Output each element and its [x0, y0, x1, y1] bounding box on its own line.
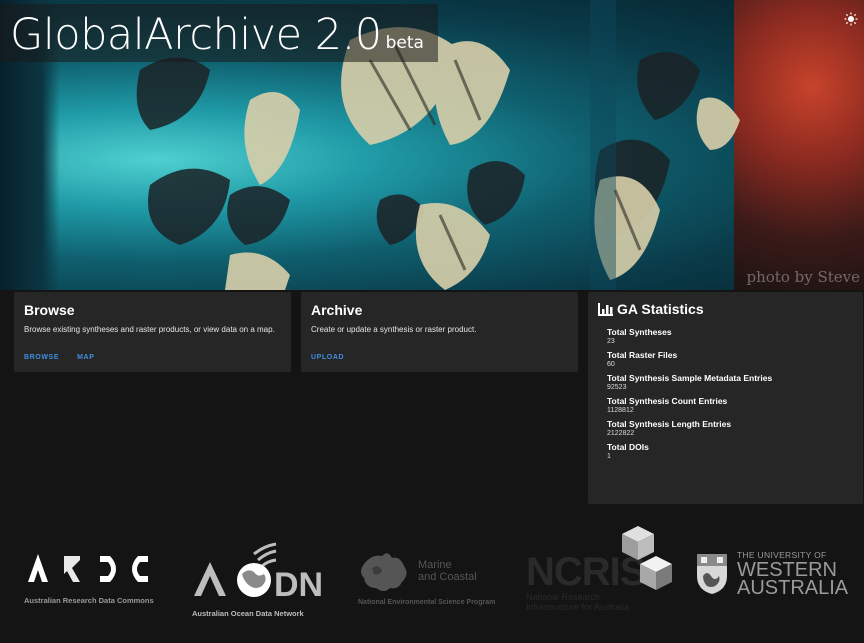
nesp-name: National Environmental Science Program: [358, 599, 496, 606]
stat-label: Total Synthesis Count Entries: [607, 396, 728, 406]
uwa-logo[interactable]: THE UNIVERSITY OF WESTERN AUSTRALIA: [695, 550, 855, 599]
beta-badge: beta: [385, 33, 424, 53]
australia-map-icon: [361, 553, 407, 591]
stat-label: Total Raster Files: [607, 350, 678, 360]
stat-item: Total DOIs 1: [607, 442, 853, 460]
aodn-name: Australian Ocean Data Network: [192, 609, 304, 618]
uwa-line3: AUSTRALIA: [737, 577, 849, 599]
stat-value: 60: [607, 361, 615, 368]
map-button[interactable]: MAP: [77, 354, 94, 361]
stat-item: Total Synthesis Length Entries 2122822: [607, 419, 853, 437]
app-title-box: GlobalArchive 2.0 beta: [0, 4, 438, 62]
ardc-logo[interactable]: Australian Research Data Commons: [24, 550, 184, 605]
stat-value: 23: [607, 338, 615, 345]
app-title: GlobalArchive 2.0: [10, 10, 382, 60]
cubes-logo-icon[interactable]: [618, 522, 680, 594]
stat-value: 92523: [607, 384, 627, 391]
stat-item: Total Raster Files 60: [607, 350, 853, 368]
browse-description: Browse existing syntheses and raster pro…: [24, 325, 275, 334]
stat-item: Total Synthesis Sample Metadata Entries …: [607, 373, 853, 391]
upload-button[interactable]: UPLOAD: [311, 354, 344, 361]
browse-title: Browse: [24, 302, 75, 318]
browse-card: Browse Browse existing syntheses and ras…: [14, 292, 291, 372]
sun-icon[interactable]: [844, 12, 858, 26]
ardc-name: Australian Research Data Commons: [24, 596, 154, 605]
stat-label: Total Synthesis Sample Metadata Entries: [607, 373, 773, 383]
uwa-crest-icon: [697, 553, 727, 594]
stat-item: Total Synthesis Count Entries 1128812: [607, 396, 853, 414]
nesp-logo[interactable]: Marine and Coastal National Environmenta…: [358, 550, 518, 606]
stat-value: 1128812: [607, 407, 634, 414]
nesp-line2: and Coastal: [418, 571, 477, 583]
stat-value: 2122822: [607, 430, 635, 437]
stats-list: Total Syntheses 23 Total Raster Files 60…: [598, 327, 853, 460]
stats-card: GA Statistics Total Syntheses 23 Total R…: [588, 292, 863, 504]
svg-text:DN: DN: [274, 566, 323, 602]
archive-description: Create or update a synthesis or raster p…: [311, 325, 477, 334]
aodn-logo[interactable]: DN Australian Ocean Data Network: [192, 538, 352, 618]
stat-item: Total Syntheses 23: [607, 327, 853, 345]
archive-title: Archive: [311, 302, 363, 318]
archive-card: Archive Create or update a synthesis or …: [301, 292, 578, 372]
stat-label: Total Synthesis Length Entries: [607, 419, 732, 429]
stat-label: Total DOIs: [607, 442, 649, 452]
ardc-logo-mark: [28, 554, 148, 582]
stat-value: 1: [607, 453, 611, 460]
partner-logos: Australian Research Data Commons DN Aust…: [0, 520, 864, 640]
hero-banner: GlobalArchive 2.0 beta photo by Steve: [0, 0, 864, 290]
stats-title: GA Statistics: [617, 301, 704, 317]
browse-button[interactable]: BROWSE: [24, 354, 59, 361]
aodn-logo-mark: DN: [194, 542, 323, 604]
bar-chart-icon: [598, 302, 613, 316]
ncris-line2: Infrastructure for Australia: [526, 602, 630, 612]
nesp-line1: Marine: [418, 559, 452, 571]
stat-label: Total Syntheses: [607, 327, 672, 337]
photo-credit: photo by Steve: [746, 268, 861, 286]
